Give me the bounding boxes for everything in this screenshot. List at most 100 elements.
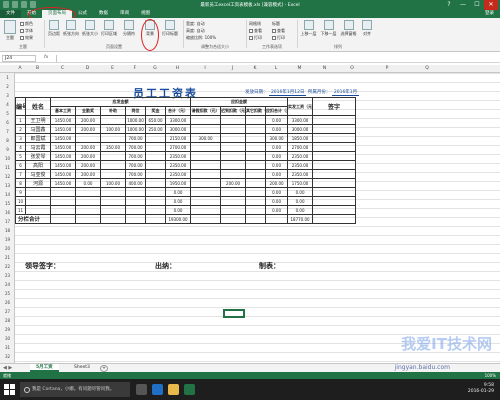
signature-cell[interactable] — [312, 187, 357, 197]
table-cell[interactable] — [245, 187, 267, 197]
row-header[interactable]: 24 — [0, 280, 15, 289]
column-header[interactable]: D — [75, 66, 100, 71]
row-header[interactable]: 21 — [0, 253, 15, 262]
table-cell[interactable] — [265, 214, 289, 224]
column-header[interactable]: F — [125, 66, 145, 71]
row-number-cell[interactable]: 1 — [15, 115, 26, 125]
row-number-cell[interactable]: 7 — [15, 169, 26, 179]
themes-button[interactable]: 主题 — [2, 20, 18, 41]
maximize-button[interactable]: ☐ — [470, 0, 484, 10]
column-header[interactable]: O — [337, 66, 367, 71]
table-cell[interactable] — [100, 115, 126, 125]
column-header[interactable]: M — [287, 66, 312, 71]
row-header[interactable]: 6 — [0, 118, 15, 127]
table-cell[interactable]: 0.00 — [164, 196, 192, 206]
table-cell[interactable]: 2350.00 — [164, 169, 192, 179]
table-cell[interactable]: 0.00 — [164, 205, 192, 215]
signature-cell[interactable] — [312, 160, 357, 170]
table-cell[interactable]: 0.00 — [265, 205, 289, 215]
table-cell[interactable]: 0.00 — [265, 124, 289, 134]
column-header[interactable]: E — [100, 66, 125, 71]
table-cell[interactable]: 100.00 — [100, 124, 126, 134]
row-header[interactable]: 32 — [0, 352, 15, 361]
table-cell[interactable] — [312, 214, 357, 224]
table-cell[interactable]: 1000.00 — [125, 115, 146, 125]
table-cell[interactable] — [245, 133, 267, 143]
row-header[interactable]: 29 — [0, 325, 15, 334]
table-cell[interactable]: 700.00 — [125, 142, 146, 152]
row-number-cell[interactable]: 3 — [15, 133, 26, 143]
fonts-button[interactable]: 字体 — [20, 28, 33, 34]
signature-cell[interactable] — [312, 151, 357, 161]
table-cell[interactable] — [220, 160, 247, 170]
row-header[interactable]: 5 — [0, 109, 15, 118]
table-cell[interactable] — [100, 187, 126, 197]
file-explorer-icon[interactable] — [168, 384, 179, 395]
table-cell[interactable]: 200.00 — [75, 142, 101, 152]
row-header[interactable]: 10 — [0, 154, 15, 163]
table-cell[interactable] — [220, 115, 247, 125]
table-cell[interactable]: 200.00 — [75, 160, 101, 170]
table-cell[interactable] — [190, 187, 222, 197]
row-number-cell[interactable]: 6 — [15, 160, 26, 170]
table-cell[interactable] — [220, 187, 247, 197]
table-cell[interactable] — [245, 205, 267, 215]
task-view-icon[interactable] — [136, 384, 147, 395]
table-cell[interactable] — [245, 115, 267, 125]
print-titles-button[interactable]: 打印标题 — [160, 20, 180, 37]
employee-name-cell[interactable]: 郎国斌 — [25, 133, 51, 143]
table-cell[interactable]: 0.00 — [287, 205, 314, 215]
table-cell[interactable] — [245, 160, 267, 170]
table-cell[interactable] — [190, 169, 222, 179]
sheet-tab-sheet3[interactable]: Sheet3 — [68, 364, 96, 372]
table-cell[interactable] — [50, 214, 76, 224]
employee-name-cell[interactable] — [25, 205, 51, 215]
row-header[interactable]: 22 — [0, 262, 15, 271]
table-cell[interactable] — [145, 214, 166, 224]
employee-name-cell[interactable]: 高阳 — [25, 160, 51, 170]
table-cell[interactable] — [145, 142, 166, 152]
headings-print-checkbox[interactable]: 打印 — [272, 35, 285, 41]
table-cell[interactable]: 1450.00 — [50, 151, 76, 161]
breaks-button[interactable]: 分隔符 — [121, 20, 137, 37]
table-cell[interactable] — [100, 151, 126, 161]
table-cell[interactable] — [145, 178, 166, 188]
table-cell[interactable] — [190, 124, 222, 134]
table-cell[interactable]: 0.00 — [287, 196, 314, 206]
table-cell[interactable] — [125, 214, 146, 224]
table-cell[interactable]: 700.00 — [125, 133, 146, 143]
table-cell[interactable]: 200.00 — [75, 124, 101, 134]
table-cell[interactable]: 3000.00 — [164, 124, 192, 134]
signature-cell[interactable] — [312, 115, 357, 125]
paper-size-button[interactable]: 纸张大小 — [82, 20, 98, 37]
table-cell[interactable] — [50, 187, 76, 197]
table-cell[interactable]: 250.00 — [145, 124, 166, 134]
table-cell[interactable]: 0.00 — [265, 142, 289, 152]
table-cell[interactable] — [75, 133, 101, 143]
employee-name-cell[interactable]: 马云霞 — [25, 142, 51, 152]
table-cell[interactable]: 400.00 — [125, 178, 146, 188]
table-cell[interactable]: 350.00 — [100, 142, 126, 152]
table-cell[interactable] — [220, 169, 247, 179]
table-cell[interactable] — [245, 169, 267, 179]
table-cell[interactable]: 200.00 — [265, 178, 289, 188]
employee-name-cell[interactable] — [25, 187, 51, 197]
formula-input[interactable] — [56, 55, 496, 62]
table-cell[interactable] — [220, 151, 247, 161]
table-cell[interactable] — [75, 205, 101, 215]
table-cell[interactable]: 2350.00 — [164, 151, 192, 161]
sheet-tab-may-salary[interactable]: 5月工资 — [30, 364, 59, 372]
table-cell[interactable] — [125, 187, 146, 197]
row-header[interactable]: 1 — [0, 73, 15, 82]
sheet-nav-arrows-icon[interactable]: ◀ ▶ — [3, 365, 12, 371]
table-cell[interactable]: 200.00 — [75, 151, 101, 161]
table-cell[interactable] — [75, 187, 101, 197]
windows-start-icon[interactable] — [4, 384, 15, 395]
column-header[interactable]: L — [265, 66, 287, 71]
row-header[interactable]: 7 — [0, 127, 15, 136]
table-cell[interactable]: 3000.00 — [287, 124, 314, 134]
table-cell[interactable] — [220, 196, 247, 206]
print-area-button[interactable]: 打印区域 — [101, 20, 117, 37]
table-cell[interactable]: 3300.00 — [164, 115, 192, 125]
column-header[interactable]: C — [50, 66, 75, 71]
